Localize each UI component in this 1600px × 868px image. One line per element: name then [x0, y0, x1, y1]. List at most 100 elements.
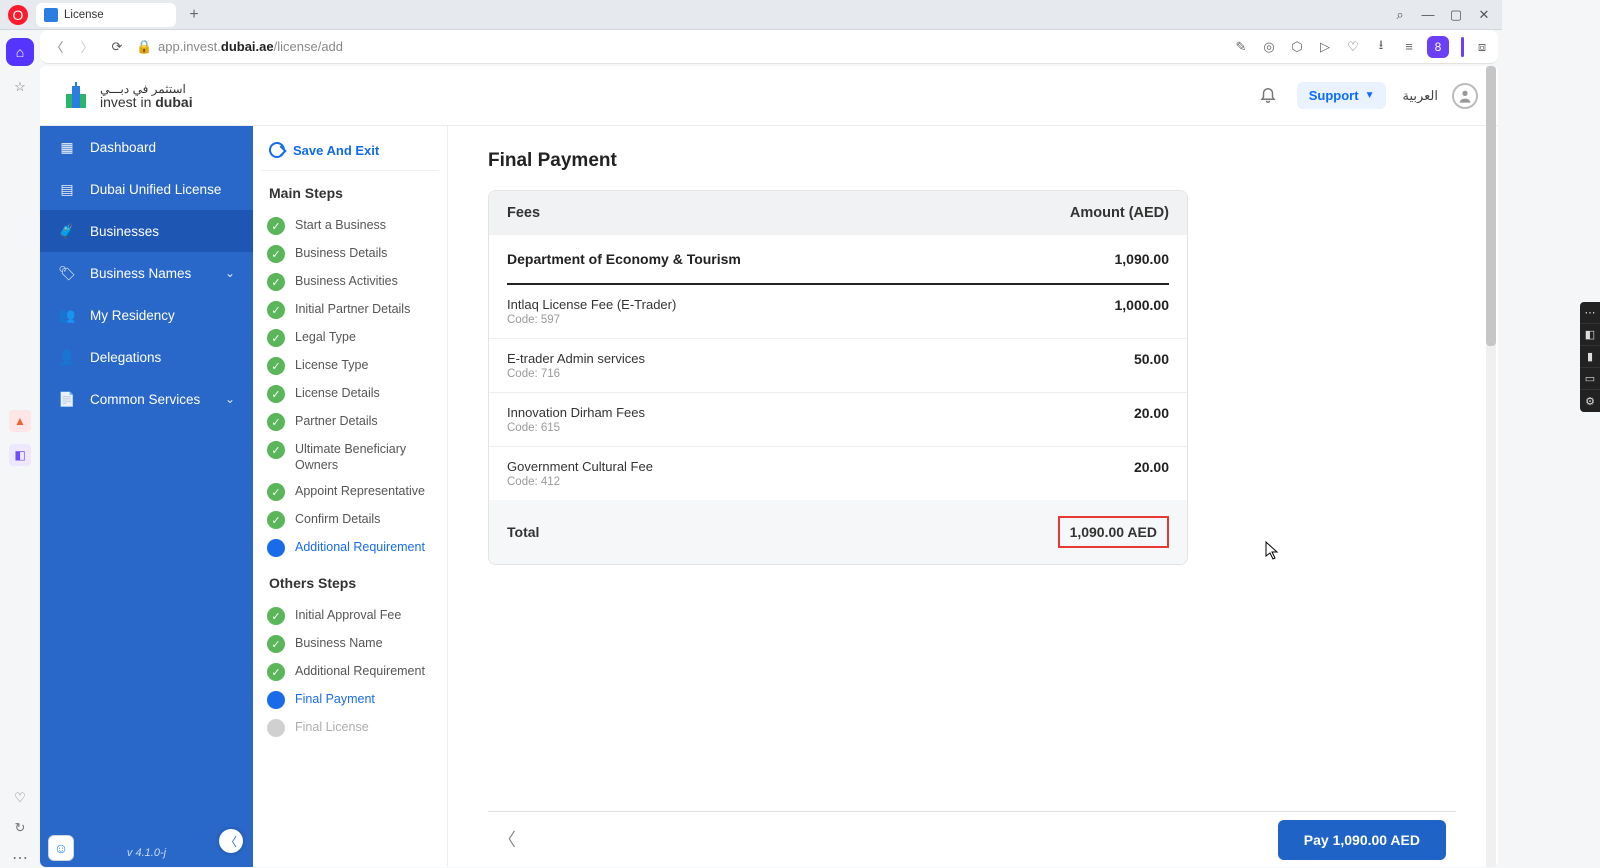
rt-camera-icon[interactable]: ⋯: [1580, 302, 1600, 324]
fee-name: Innovation Dirham Fees: [507, 405, 645, 420]
fee-row: Innovation Dirham FeesCode: 61520.00: [489, 392, 1187, 446]
language-toggle[interactable]: العربية: [1402, 88, 1438, 104]
step-label: Final Payment: [295, 689, 379, 708]
dul-icon: ▤: [58, 180, 76, 198]
step-label: Ultimate Beneficiary Owners: [295, 439, 433, 473]
step-item[interactable]: ✓ Ultimate Beneficiary Owners: [261, 435, 439, 477]
step-status-icon: [267, 719, 285, 737]
fee-amount: 20.00: [1134, 405, 1169, 421]
sidebar-item-businesses[interactable]: 🧳Businesses: [40, 210, 253, 252]
others-steps-heading: Others Steps: [261, 561, 439, 601]
fee-name: E-trader Admin services: [507, 351, 645, 366]
addr-camera-icon[interactable]: ◎: [1259, 37, 1279, 57]
step-label: License Type: [295, 355, 372, 374]
nav-back-icon[interactable]: 〈: [46, 37, 68, 56]
fees-card: Fees Amount (AED) Department of Economy …: [488, 190, 1188, 565]
addr-shield-icon[interactable]: ⬡: [1287, 37, 1307, 57]
step-status-icon: ✓: [267, 413, 285, 431]
sidebar-item-names[interactable]: 🏷Business Names⌄: [40, 252, 253, 294]
url-text[interactable]: app.invest.dubai.ae/license/add: [158, 39, 343, 54]
reload-icon[interactable]: ⟳: [106, 39, 128, 55]
sidebar-item-delegations[interactable]: 👤Delegations: [40, 336, 253, 378]
chat-widget-icon[interactable]: ☺: [48, 835, 74, 861]
addr-menu-icon[interactable]: ≡: [1399, 37, 1419, 57]
step-label: Initial Partner Details: [295, 299, 414, 318]
step-item[interactable]: ✓Start a Business: [261, 211, 439, 239]
sidebar-item-dul[interactable]: ▤Dubai Unified License: [40, 168, 253, 210]
step-status-icon: [267, 691, 285, 709]
sidebar-item-dashboard[interactable]: ▦Dashboard: [40, 126, 253, 168]
step-label: Business Activities: [295, 271, 402, 290]
department-total: 1,090.00: [1115, 251, 1170, 267]
new-tab-button[interactable]: +: [184, 5, 204, 25]
step-item[interactable]: ✓ Partner Details: [261, 407, 439, 435]
minimize-icon[interactable]: —: [1417, 4, 1439, 26]
logo-mark-icon: [60, 80, 92, 112]
step-item[interactable]: ✓Business Name: [261, 629, 439, 657]
lock-icon: 🔒: [136, 39, 150, 55]
addr-edit-icon[interactable]: ✎: [1231, 37, 1251, 57]
rt-settings-icon[interactable]: ⚙: [1580, 390, 1600, 412]
save-and-exit-button[interactable]: Save And Exit: [261, 136, 439, 171]
rt-screen-icon[interactable]: ▭: [1580, 368, 1600, 390]
step-item[interactable]: ✓Business Activities: [261, 267, 439, 295]
close-icon[interactable]: ✕: [1473, 4, 1495, 26]
fee-amount: 1,000.00: [1115, 297, 1170, 313]
logo[interactable]: استثمر في دبـــي invest in dubai: [60, 80, 193, 112]
pay-button[interactable]: Pay 1,090.00 AED: [1278, 820, 1446, 860]
browser-titlebar: O License + ⌕ — ▢ ✕: [0, 0, 1502, 30]
notifications-bell-icon[interactable]: [1259, 85, 1279, 106]
step-status-icon: ✓: [267, 329, 285, 347]
step-item[interactable]: ✓ License Type: [261, 351, 439, 379]
sidebar-item-residency[interactable]: 👥My Residency: [40, 294, 253, 336]
fee-row: Government Cultural FeeCode: 41220.00: [489, 446, 1187, 500]
step-label: Partner Details: [295, 411, 382, 430]
sidebar-item-label: Delegations: [90, 350, 161, 365]
browser-address-bar: 〈 〉 ⟳ 🔒 app.invest.dubai.ae/license/add …: [40, 30, 1498, 64]
browser-tab[interactable]: License: [36, 3, 176, 27]
page-scrollbar-thumb[interactable]: [1486, 66, 1496, 346]
steps-column: Save And Exit Main Steps ✓Start a Busine…: [253, 126, 448, 867]
footer-back-button[interactable]: 〈: [498, 826, 526, 854]
addr-heart-icon[interactable]: ♡: [1343, 37, 1363, 57]
addr-download-icon[interactable]: ⭳: [1371, 37, 1391, 57]
step-item[interactable]: ✓Appoint Representative: [261, 477, 439, 505]
step-item[interactable]: ✓Initial Approval Fee: [261, 601, 439, 629]
maximize-icon[interactable]: ▢: [1445, 4, 1467, 26]
addr-play-icon[interactable]: ▷: [1315, 37, 1335, 57]
sidebar-item-label: My Residency: [90, 308, 175, 323]
step-status-icon: ✓: [267, 245, 285, 263]
step-status-icon: ✓: [267, 441, 285, 459]
step-item[interactable]: Additional Requirement: [261, 533, 439, 561]
step-label: Business Details: [295, 243, 391, 262]
step-item[interactable]: ✓Additional Requirement: [261, 657, 439, 685]
addr-profile-badge[interactable]: 8: [1427, 36, 1449, 58]
rt-photo-icon[interactable]: ◧: [1580, 324, 1600, 346]
support-button[interactable]: Support▼: [1297, 82, 1387, 109]
step-label: Final License: [295, 717, 373, 736]
sidebar-item-common[interactable]: 📄Common Services⌄: [40, 378, 253, 420]
step-item[interactable]: Final License: [261, 713, 439, 741]
avatar[interactable]: [1452, 83, 1478, 109]
step-label: Business Name: [295, 633, 387, 652]
search-icon[interactable]: ⌕: [1389, 4, 1411, 26]
fee-code: Code: 716: [507, 368, 645, 380]
addr-cube-icon[interactable]: ⧈: [1472, 37, 1492, 57]
step-status-icon: ✓: [267, 301, 285, 319]
nav-forward-icon[interactable]: 〉: [76, 37, 98, 56]
step-status-icon: ✓: [267, 357, 285, 375]
sidebar-item-label: Businesses: [90, 224, 159, 239]
chevron-down-icon: ⌄: [225, 266, 235, 280]
fee-amount: 50.00: [1134, 351, 1169, 367]
opera-logo[interactable]: O: [8, 5, 28, 25]
rt-video-icon[interactable]: ▮: [1580, 346, 1600, 368]
main-steps-heading: Main Steps: [261, 171, 439, 211]
sidebar-item-label: Business Names: [90, 266, 191, 281]
step-item[interactable]: Final Payment: [261, 685, 439, 713]
step-item[interactable]: ✓ Initial Partner Details: [261, 295, 439, 323]
step-item[interactable]: ✓Confirm Details: [261, 505, 439, 533]
right-floating-toolbar: ⋯ ◧ ▮ ▭ ⚙: [1580, 302, 1600, 412]
step-item[interactable]: ✓Legal Type: [261, 323, 439, 351]
step-item[interactable]: ✓ Business Details: [261, 239, 439, 267]
step-item[interactable]: ✓License Details: [261, 379, 439, 407]
